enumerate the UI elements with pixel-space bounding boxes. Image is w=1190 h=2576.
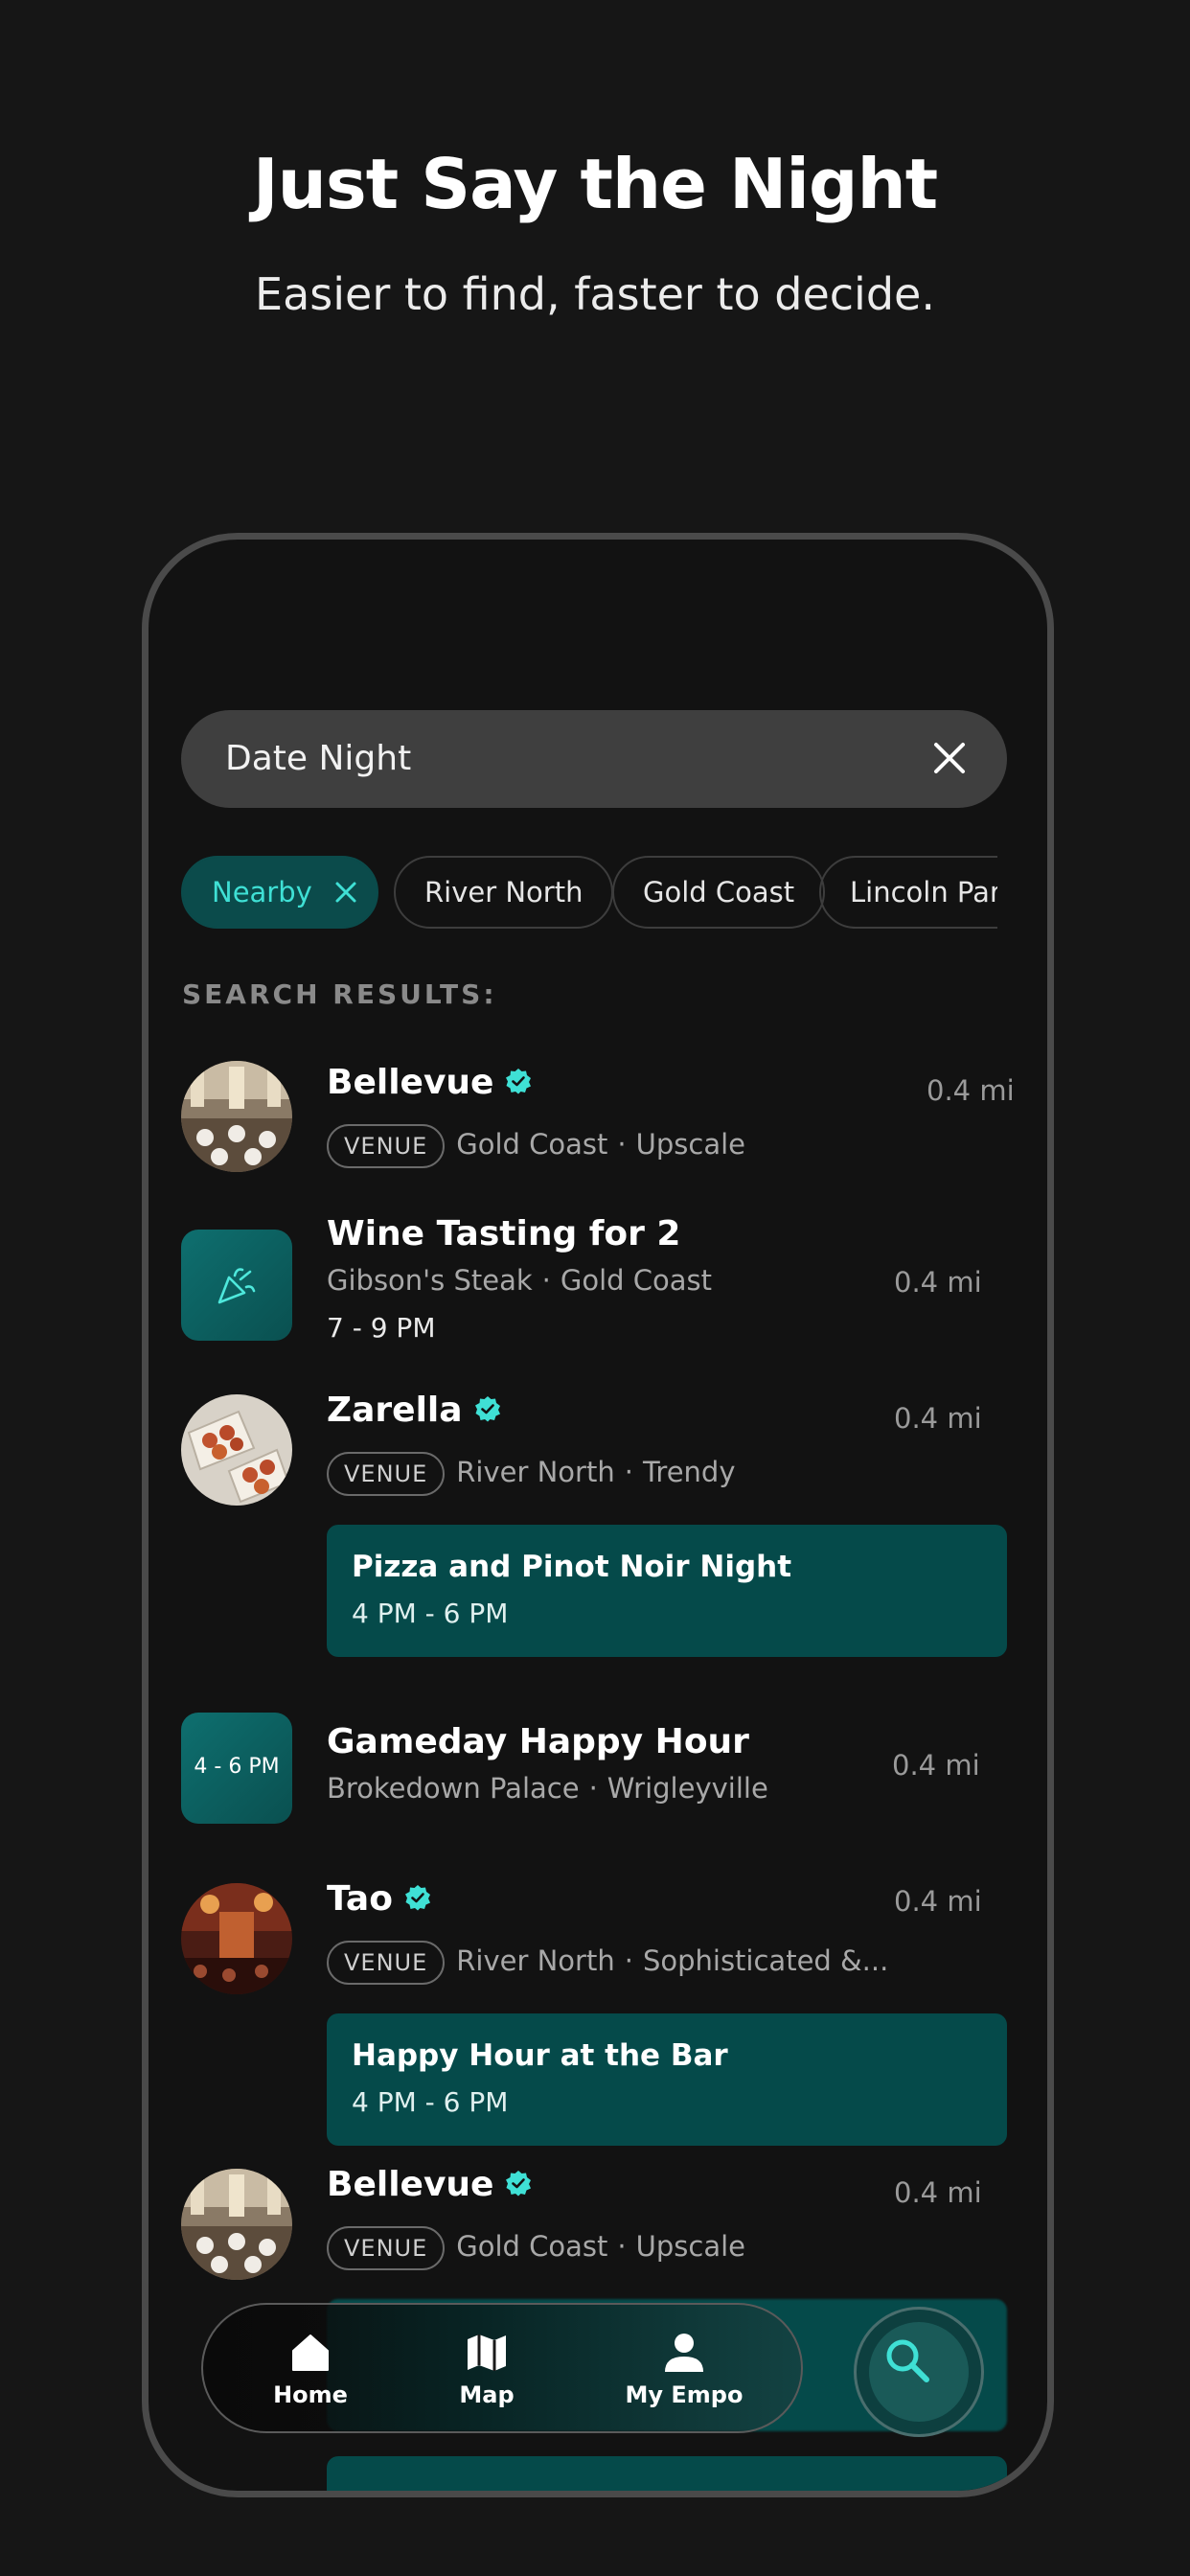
verified-icon bbox=[506, 2171, 532, 2196]
distance-label: 0.4 mi bbox=[894, 1266, 982, 1299]
search-button[interactable] bbox=[854, 2307, 984, 2437]
tab-label: My Empo bbox=[625, 2381, 744, 2408]
event-thumbnail[interactable] bbox=[181, 1230, 292, 1341]
results-heading: SEARCH RESULTS: bbox=[182, 978, 497, 1010]
result-title[interactable]: Gameday Happy Hour bbox=[327, 1722, 749, 1761]
filter-chip-label: River North bbox=[424, 876, 584, 908]
result-meta: Brokedown Palace · Wrigleyville bbox=[327, 1772, 768, 1805]
thumbnail-time: 4 - 6 PM bbox=[194, 1755, 280, 1779]
tab-home[interactable]: Home bbox=[243, 2330, 378, 2408]
venue-photo[interactable] bbox=[181, 1394, 292, 1506]
result-meta: Gibson's Steak · Gold Coast bbox=[327, 1264, 713, 1297]
close-icon[interactable] bbox=[333, 880, 358, 905]
search-icon bbox=[886, 2339, 929, 2382]
result-meta: VENUE River North · Trendy bbox=[327, 1452, 735, 1496]
result-meta: VENUE River North · Sophisticated &... bbox=[327, 1941, 888, 1985]
filter-chips: Nearby River North Gold Coast Lincoln Pa… bbox=[181, 856, 997, 934]
phone-frame: Date Night Nearby River North Gold Coast… bbox=[142, 533, 1054, 2497]
happy-hour-thumbnail[interactable]: 4 - 6 PM bbox=[181, 1713, 292, 1824]
distance-label: 0.4 mi bbox=[894, 2176, 982, 2209]
map-icon bbox=[468, 2334, 506, 2371]
result-meta: VENUE Gold Coast · Upscale bbox=[327, 1124, 745, 1168]
filter-chip-label: Gold Coast bbox=[643, 876, 795, 908]
distance-label: 0.4 mi bbox=[892, 1749, 980, 1782]
tab-label: Map bbox=[459, 2381, 515, 2408]
venue-badge: VENUE bbox=[327, 1124, 446, 1168]
result-meta: VENUE Gold Coast · Upscale bbox=[327, 2226, 745, 2270]
venue-photo[interactable] bbox=[181, 1061, 292, 1172]
verified-icon bbox=[404, 1885, 430, 1911]
result-title[interactable]: Bellevue bbox=[327, 2165, 532, 2204]
result-title[interactable]: Tao bbox=[327, 1879, 431, 1919]
event-card[interactable] bbox=[327, 2456, 1007, 2491]
filter-chip-label: Lincoln Park bbox=[850, 876, 997, 908]
filter-chip-nearby[interactable]: Nearby bbox=[181, 856, 378, 929]
result-title[interactable]: Wine Tasting for 2 bbox=[327, 1214, 680, 1254]
venue-badge: VENUE bbox=[327, 2226, 446, 2270]
filter-chip-gold-coast[interactable]: Gold Coast bbox=[612, 856, 826, 929]
hero-subtitle: Easier to find, faster to decide. bbox=[255, 268, 935, 320]
verified-icon bbox=[506, 1069, 532, 1094]
verified-icon bbox=[474, 1396, 500, 1422]
party-popper-icon bbox=[217, 1268, 256, 1304]
venue-photo[interactable] bbox=[181, 2169, 292, 2280]
venue-photo[interactable] bbox=[181, 1883, 292, 1994]
result-title[interactable]: Bellevue bbox=[327, 1063, 532, 1102]
search-bar[interactable]: Date Night bbox=[181, 710, 1007, 808]
result-title[interactable]: Zarella bbox=[327, 1391, 501, 1430]
event-card[interactable]: Pizza and Pinot Noir Night 4 PM - 6 PM bbox=[327, 1525, 1007, 1657]
event-time: 7 - 9 PM bbox=[327, 1312, 436, 1344]
tab-label: Home bbox=[273, 2381, 348, 2408]
tab-my-empo[interactable]: My Empo bbox=[617, 2330, 751, 2408]
distance-label: 0.4 mi bbox=[927, 1074, 1015, 1107]
filter-chip-label: Nearby bbox=[212, 876, 312, 908]
close-icon[interactable] bbox=[925, 733, 974, 783]
profile-icon bbox=[665, 2334, 703, 2372]
event-card[interactable]: Happy Hour at the Bar 4 PM - 6 PM bbox=[327, 2013, 1007, 2146]
event-card-time: 4 PM - 6 PM bbox=[352, 2086, 509, 2118]
distance-label: 0.4 mi bbox=[894, 1402, 982, 1435]
tab-map[interactable]: Map bbox=[420, 2330, 554, 2408]
event-card-title: Happy Hour at the Bar bbox=[352, 2038, 728, 2073]
event-card-title: Pizza and Pinot Noir Night bbox=[352, 1550, 792, 1584]
hero-title: Just Say the Night bbox=[252, 144, 938, 224]
distance-label: 0.4 mi bbox=[894, 1885, 982, 1918]
bottom-tab-bar: Home Map My Empo bbox=[201, 2303, 803, 2433]
venue-badge: VENUE bbox=[327, 1941, 446, 1985]
filter-chip-river-north[interactable]: River North bbox=[394, 856, 614, 929]
event-card-time: 4 PM - 6 PM bbox=[352, 1598, 509, 1629]
filter-chip-lincoln-park[interactable]: Lincoln Park bbox=[819, 856, 997, 929]
home-icon bbox=[292, 2334, 329, 2371]
search-input[interactable]: Date Night bbox=[225, 739, 411, 778]
venue-badge: VENUE bbox=[327, 1452, 446, 1496]
